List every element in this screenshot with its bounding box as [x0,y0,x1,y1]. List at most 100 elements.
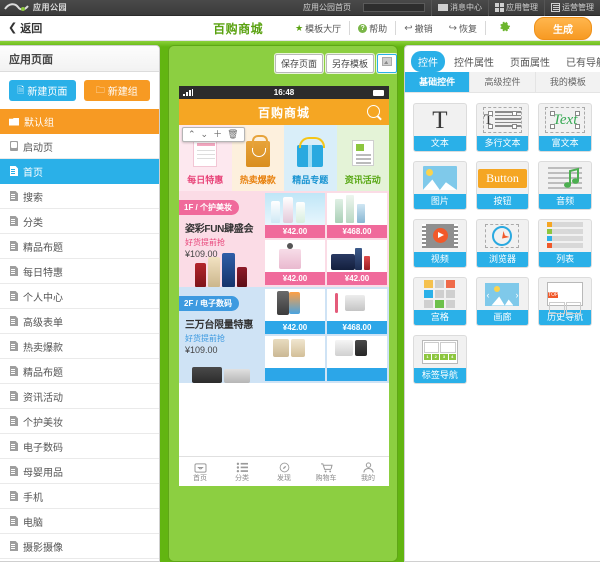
move-down-icon[interactable]: ⌄ [201,130,209,139]
rich-text-icon: Text [539,104,591,136]
category-item[interactable]: 资讯活动 [336,125,389,191]
sidebar-item-11[interactable]: 个护美妆 [0,409,159,434]
floor-promo[interactable]: 1F / 个护美妆 姿彩FUN肆盛会 好货提前抢 ¥109.00 [179,191,263,287]
widget-label: 标签导航 [414,368,466,383]
sidebar-item-16[interactable]: 摄影摄像 [0,534,159,559]
widget-history[interactable]: TOP 历史导航 [538,277,592,326]
widget-multiline[interactable]: T 多行文本 [475,103,530,152]
sidebar-item-14[interactable]: 手机 [0,484,159,509]
page-icon [10,316,18,326]
category-item[interactable]: 精品专题 [284,125,337,191]
sidebar-item-label: 电脑 [23,517,43,529]
product-card[interactable]: ¥42.00 [265,240,325,285]
move-up-icon[interactable]: ⌃ [188,130,196,139]
panel-tab-1[interactable]: 控件属性 [447,51,501,72]
tabbar-item-category[interactable]: 分类 [221,460,263,483]
settings-button[interactable] [486,21,524,35]
category-icon [236,460,249,473]
panel-subtab-0[interactable]: 基础控件 [405,72,471,92]
sidebar-item-9[interactable]: 精品布题 [0,359,159,384]
sidebar-item-0[interactable]: 启动页 [0,134,159,159]
generate-button[interactable]: 生成 [534,16,592,40]
product-card[interactable]: ¥42.00 [327,240,387,285]
new-page-button[interactable]: 🗎 新建页面 [9,80,76,101]
widget-button[interactable]: Button 按钮 [475,161,530,210]
global-topbar: 应用公园 应用公园首页 消息中心 应用管理 运营管理 [0,0,600,16]
sidebar-item-13[interactable]: 母婴用品 [0,459,159,484]
panel-tabs: 控件控件属性页面属性已有导航 [405,46,600,72]
product-card[interactable] [327,336,387,381]
sidebar-item-6[interactable]: 个人中心 [0,284,159,309]
panel-tab-3[interactable]: 已有导航 [559,51,600,72]
widget-video[interactable]: 视频 [413,219,467,268]
sidebar-item-15[interactable]: 电脑 [0,509,159,534]
product-card[interactable]: ¥468.00 [327,193,387,238]
compass-icon [278,460,291,473]
add-icon[interactable]: ＋ [213,130,222,139]
page-icon [10,291,18,301]
widget-tabnav[interactable]: 1 2 3 4 标签导航 [413,335,467,384]
widget-grid[interactable]: 宫格 [413,277,467,326]
tabbar-item-profile[interactable]: 我的 [347,460,389,483]
back-button[interactable]: ❮ 返回 [0,20,42,36]
new-group-button[interactable]: 🗀 新建组 [83,80,150,101]
chevron-left-icon: ❮ [8,21,18,34]
product-price [327,368,387,381]
widget-label: 按钮 [476,194,529,209]
topbar-link-messages[interactable]: 消息中心 [431,0,488,16]
preview-image-button[interactable] [377,54,397,73]
sidebar-item-7[interactable]: 高级表单 [0,309,159,334]
sidebar-item-10[interactable]: 资讯活动 [0,384,159,409]
floor-promo[interactable]: 2F / 电子数码 三万台限量特惠 好货提前抢 ¥109.00 [179,287,263,383]
panel-subtab-2[interactable]: 我的模板 [535,72,600,92]
topbar-link-app-management[interactable]: 应用管理 [488,0,544,16]
topbar-link-app-management-label: 应用管理 [506,3,538,12]
logo[interactable]: 应用公园 [0,2,67,14]
phone-app-header: 百购商城 [179,99,389,125]
topbar-link-operations[interactable]: 运营管理 [544,0,600,16]
panel-tab-2[interactable]: 页面属性 [503,51,557,72]
product-card[interactable]: ¥42.00 [265,289,325,334]
product-card[interactable]: ¥468.00 [327,289,387,334]
save-page-button[interactable]: 保存页面 [274,54,323,73]
undo-button[interactable]: ↩ 撤销 [396,21,440,35]
tabbar-label: 首页 [193,475,207,482]
product-card[interactable]: ¥42.00 [265,193,325,238]
sidebar-item-3[interactable]: 分类 [0,209,159,234]
sidebar-item-1[interactable]: 首页 [0,159,159,184]
sidebar-item-5[interactable]: 每日特惠 [0,259,159,284]
widget-image[interactable]: 图片 [413,161,467,210]
product-card[interactable] [265,336,325,381]
sidebar-group-default[interactable]: 默认组 [0,109,159,134]
tabbar-item-home[interactable]: 首页 [179,460,221,483]
widget-label: 文本 [414,136,466,151]
help-button[interactable]: ? 帮助 [350,21,397,35]
sidebar-item-2[interactable]: 搜索 [0,184,159,209]
save-template-button[interactable]: 另存模板 [325,54,374,73]
sidebar-item-8[interactable]: 热卖爆款 [0,334,159,359]
topbar-search-input[interactable] [363,3,425,12]
widget-list[interactable]: 列表 [538,219,592,268]
panel-tab-0[interactable]: 控件 [411,50,445,72]
page-icon [10,416,18,426]
tabbar-item-cart[interactable]: 购物车 [305,460,347,483]
sidebar-item-label: 母婴用品 [23,467,63,479]
widget-audio[interactable]: 音频 [538,161,592,210]
sidebar-item-12[interactable]: 电子数码 [0,434,159,459]
template-hall-button[interactable]: ★ 模板大厅 [287,21,351,35]
tabbar-item-discover[interactable]: 发现 [263,460,305,483]
project-title: 百购商城 [213,21,264,36]
sidebar-item-4[interactable]: 精品布题 [0,234,159,259]
widget-gallery[interactable]: ‹ › 画廊 [475,277,530,326]
delete-icon[interactable]: 🗑 [227,130,238,139]
widget-browser[interactable]: 浏览器 [475,219,530,268]
widget-richtext[interactable]: Text 富文本 [538,103,592,152]
history-buttons: ↩ 撤销 ↪ 恢复 [396,21,486,35]
topbar-link-home[interactable]: 应用公园首页 [297,0,357,16]
image-icon [414,162,466,194]
widget-text[interactable]: T 文本 [413,103,467,152]
redo-button[interactable]: ↪ 恢复 [441,21,485,35]
search-icon[interactable] [367,105,380,118]
electronics-image [183,343,259,383]
panel-subtab-1[interactable]: 高级控件 [470,72,536,92]
